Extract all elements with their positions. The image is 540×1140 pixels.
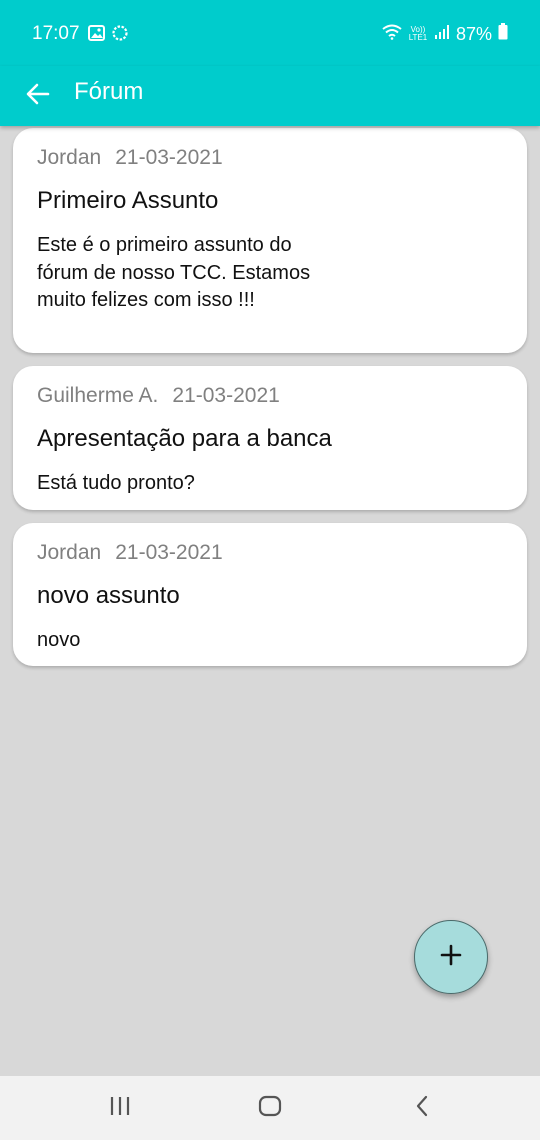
post-author: Jordan	[37, 541, 102, 564]
post-date: 21-03-2021	[115, 541, 223, 564]
battery-icon	[498, 23, 508, 45]
system-nav-bar	[0, 1076, 540, 1140]
add-topic-button[interactable]	[414, 920, 488, 994]
battery-percent: 87%	[455, 23, 492, 44]
post-body: novo	[37, 629, 81, 651]
post-body: Este é o primeiro assunto do fórum de no…	[37, 234, 311, 311]
post-body: Está tudo pronto?	[37, 472, 195, 494]
nav-back-button[interactable]	[392, 1090, 452, 1126]
recents-button[interactable]	[90, 1090, 150, 1126]
wifi-icon	[382, 24, 402, 45]
post-date: 21-03-2021	[115, 146, 223, 169]
arrow-left-icon	[26, 83, 50, 110]
post-title: Apresentação para a banca	[37, 425, 332, 452]
status-bar: 17:07 Vo)) LTE1 87%	[0, 0, 540, 66]
forum-post-card[interactable]: Jordan 21-03-2021 Primeiro Assunto Este …	[13, 128, 527, 353]
back-button[interactable]	[18, 74, 58, 118]
forum-post-card[interactable]: Guilherme A. 21-03-2021 Apresentação par…	[13, 366, 527, 510]
post-author: Guilherme A.	[37, 384, 159, 407]
post-title: novo assunto	[37, 582, 180, 609]
status-time: 17:07	[32, 23, 80, 44]
sync-icon	[111, 24, 129, 47]
home-button[interactable]	[240, 1090, 300, 1126]
forum-post-card[interactable]: Jordan 21-03-2021 novo assunto novo	[13, 523, 527, 666]
volte-icon: Vo)) LTE1	[408, 25, 428, 42]
back-icon	[414, 1095, 430, 1122]
post-title: Primeiro Assunto	[37, 187, 219, 214]
page-title: Fórum	[74, 78, 144, 105]
post-date: 21-03-2021	[172, 384, 280, 407]
post-author: Jordan	[37, 146, 102, 169]
app-bar: Fórum	[0, 66, 540, 126]
plus-icon	[440, 944, 462, 971]
image-icon	[88, 25, 105, 46]
home-icon	[258, 1095, 282, 1122]
signal-icon	[434, 24, 450, 45]
recents-icon	[108, 1095, 132, 1122]
